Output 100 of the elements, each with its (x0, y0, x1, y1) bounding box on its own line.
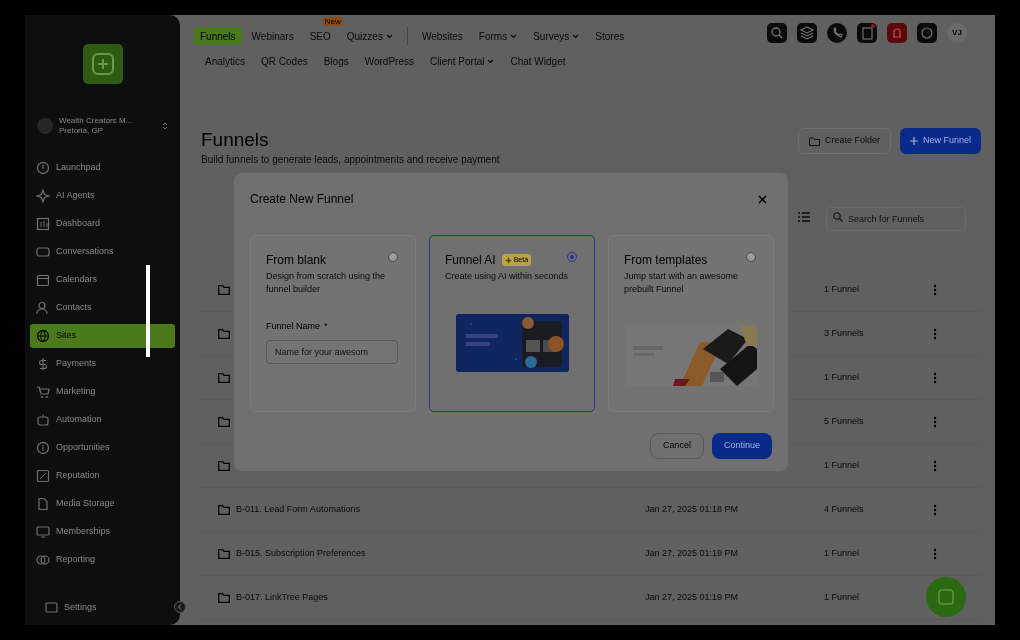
calendar-icon (36, 273, 50, 287)
table-cell-text: 1 Funnel (824, 282, 860, 296)
settings-link[interactable]: Settings (45, 600, 97, 614)
field-label: Funnel Name (266, 320, 321, 333)
table-cell-text: B-011. Lead Form Automations (236, 502, 360, 516)
more-icon[interactable] (933, 503, 937, 516)
person-icon (36, 301, 50, 315)
table-cell-text: 1 Funnel (824, 370, 860, 384)
sidebar-item[interactable]: Reporting (30, 548, 175, 572)
required-mark: * (324, 320, 328, 333)
table-cell-text: 3 Funnels (824, 326, 864, 340)
file-icon (36, 497, 50, 511)
radio-button[interactable] (567, 252, 577, 262)
search-icon (833, 212, 843, 222)
more-icon[interactable] (933, 371, 937, 384)
search-icon[interactable] (767, 23, 787, 43)
table-cell-text: Jan 27, 2025 01:19 PM (645, 546, 739, 560)
radio-button[interactable] (746, 252, 756, 262)
create-folder-button[interactable]: Create Folder (797, 128, 891, 154)
table-cell-text: 1 Funnel (824, 546, 860, 560)
plus-icon (909, 137, 918, 145)
option-title: From templates (624, 252, 708, 269)
sidebar-item[interactable]: Conversations (30, 240, 175, 264)
continue-button[interactable]: Continue (711, 433, 772, 459)
nav-tab[interactable]: Stores (589, 27, 631, 45)
more-icon[interactable] (933, 547, 937, 560)
close-icon[interactable] (758, 194, 767, 204)
more-icon[interactable] (933, 327, 937, 340)
monitor-icon (36, 525, 50, 539)
nav-tab[interactable]: WordPress (358, 52, 420, 70)
sidebar-item[interactable]: Contacts (30, 296, 175, 320)
layers-icon[interactable] (797, 23, 817, 43)
new-funnel-button[interactable]: New Funnel (899, 128, 981, 154)
cart-icon (36, 385, 50, 399)
caret-icon (572, 33, 580, 39)
new-badge: New (322, 17, 343, 26)
more-icon[interactable] (933, 283, 937, 296)
more-icon[interactable] (933, 459, 937, 472)
caret-icon (385, 33, 393, 39)
nav-tab[interactable]: SEO (303, 27, 337, 45)
folder-icon (218, 504, 230, 515)
nav-tab[interactable]: QR Codes (255, 52, 314, 70)
nav-tab[interactable]: Websites (415, 27, 469, 45)
more-icon[interactable] (933, 415, 937, 428)
sidebar-item[interactable]: Opportunities (30, 436, 175, 460)
table-cell-text: B-015. Subscription Preferences (236, 546, 366, 560)
nav-tab[interactable]: Surveys (527, 27, 586, 45)
bell-icon[interactable] (887, 23, 907, 43)
sidebar-item[interactable]: Payments (30, 352, 175, 376)
note-icon[interactable] (857, 23, 877, 43)
option-title: From blank (266, 252, 327, 269)
chat-widget-icon[interactable] (926, 577, 966, 617)
sidebar-item[interactable]: Media Storage (30, 492, 175, 516)
list-view-icon[interactable] (798, 212, 810, 222)
folder-icon (218, 284, 230, 295)
globe-icon (36, 329, 50, 343)
sidebar-item[interactable]: Launchpad (30, 156, 175, 180)
folder-icon (218, 548, 230, 559)
nav-tab[interactable]: Quizzes (340, 27, 399, 45)
nav-tab[interactable]: Analytics (199, 52, 251, 70)
dashboard-icon (36, 217, 50, 231)
sidebar-item[interactable]: Calendars (30, 268, 175, 292)
sidebar-item[interactable]: AI Agents (30, 184, 175, 208)
avatar-icon (37, 118, 53, 134)
nav-tab[interactable]: Client Portal (424, 52, 501, 70)
account-switcher[interactable]: Wealth Creators M... Pretoria, GP (25, 116, 180, 136)
option-card[interactable]: From templates Jump start with an awesome prebuilt Funnel (608, 235, 774, 412)
sidebar-item[interactable]: Sites (30, 324, 175, 348)
dialog-title: Create New Funnel (250, 191, 354, 208)
caret-icon (510, 33, 518, 39)
square-icon (36, 469, 50, 483)
table-cell-text: Jan 27, 2025 01:18 PM (645, 502, 739, 516)
phone-icon[interactable] (827, 23, 847, 43)
coin-icon (36, 441, 50, 455)
scroll-thumb[interactable] (146, 265, 150, 357)
option-card[interactable]: From blank Design from scratch using the funnel builder Funnel Name * Name for your awesom (250, 235, 416, 412)
table-cell-text: Jan 27, 2025 01:19 PM (645, 590, 739, 604)
sidebar-item[interactable]: Reputation (30, 464, 175, 488)
folder-icon (808, 136, 820, 146)
table-cell-text: 5 Funnels (824, 414, 864, 428)
nav-tab[interactable]: Blogs (317, 52, 355, 70)
collapse-icon[interactable] (174, 601, 186, 613)
nav-tab[interactable]: Forms (472, 27, 524, 45)
user-avatar[interactable]: VJ (947, 23, 967, 43)
name-field[interactable]: Name for your awesom (266, 339, 398, 364)
nav-tab[interactable]: Chat Widget (504, 52, 572, 70)
table-cell-text: 1 Funnel (824, 458, 860, 472)
option-description: Create using AI within seconds (445, 270, 570, 283)
dollar-icon (36, 357, 50, 371)
sparkle-icon (36, 189, 50, 203)
search-field[interactable]: Search for Funnels (826, 207, 966, 231)
sidebar-item[interactable]: Memberships (30, 520, 175, 544)
folder-icon (218, 592, 230, 603)
cancel-button[interactable]: Cancel (649, 433, 704, 459)
nav-tab[interactable]: Webinars (245, 27, 300, 45)
sidebar-item[interactable]: Marketing (30, 380, 175, 404)
sidebar-item[interactable]: Automation (30, 408, 175, 432)
nav-tab[interactable]: Funnels (194, 27, 242, 45)
sidebar-item[interactable]: Dashboard (30, 212, 175, 236)
radio-button[interactable] (388, 252, 398, 262)
